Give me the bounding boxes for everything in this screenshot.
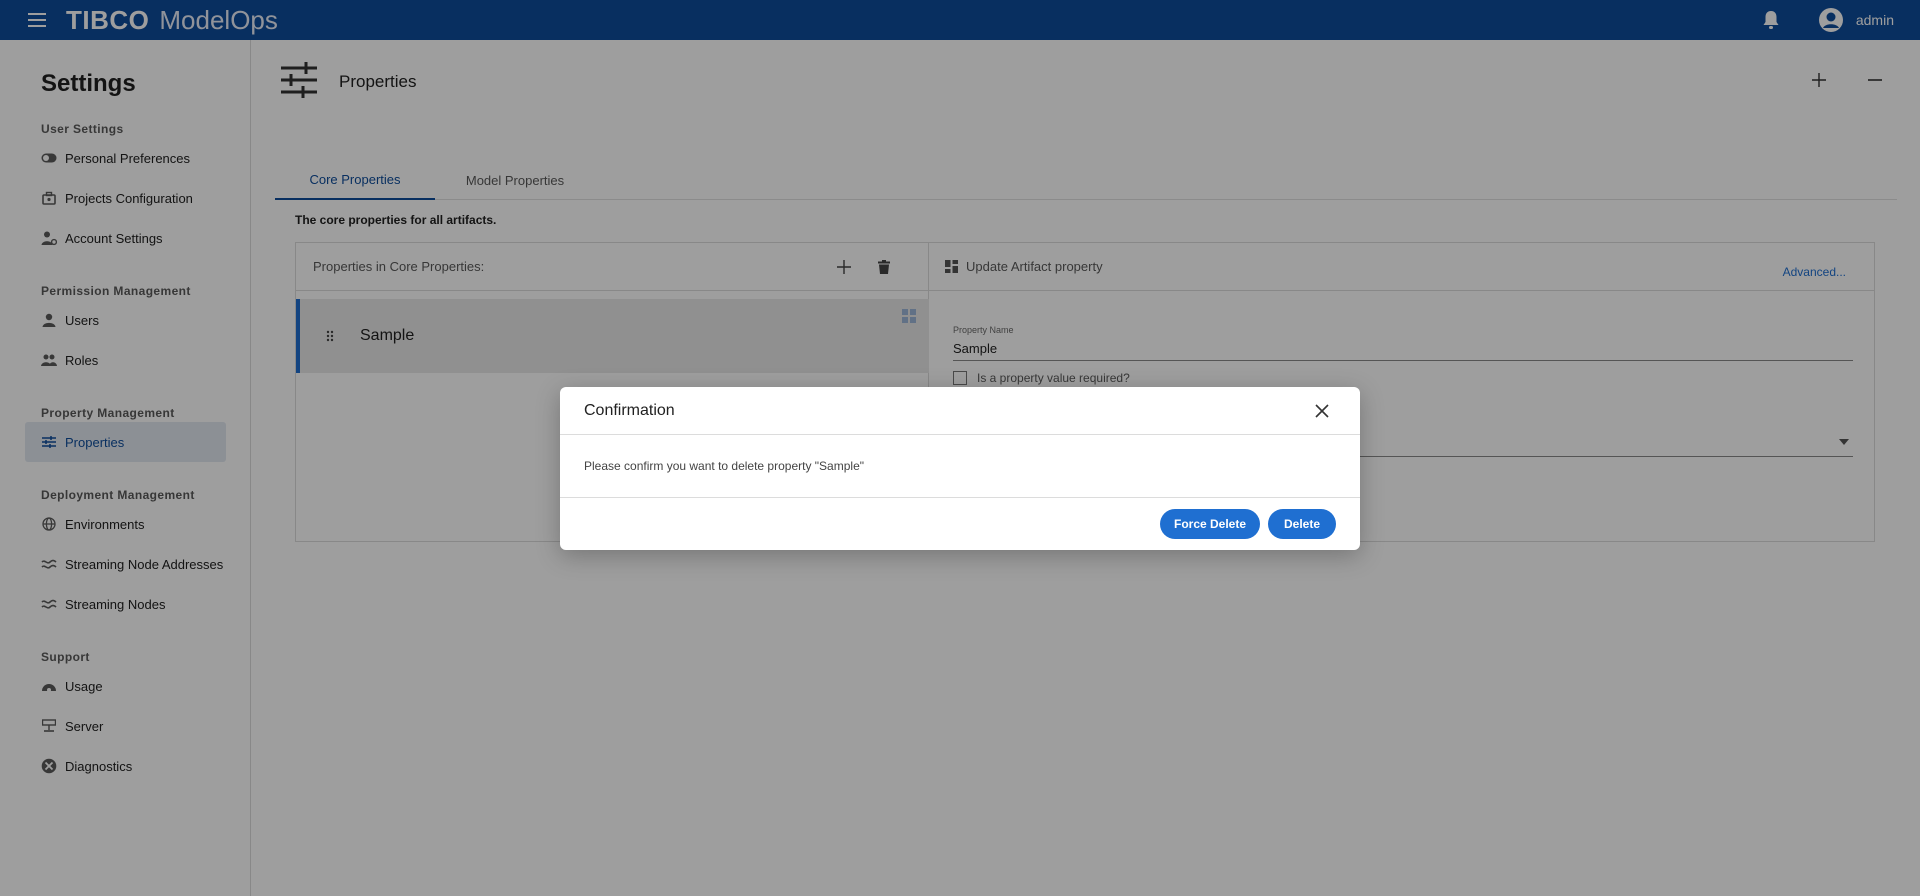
dialog-message: Please confirm you want to delete proper… — [560, 435, 1360, 498]
close-icon[interactable] — [1310, 399, 1334, 423]
dialog-title: Confirmation — [584, 401, 675, 419]
delete-button[interactable]: Delete — [1268, 509, 1336, 539]
confirmation-dialog: Confirmation Please confirm you want to … — [560, 387, 1360, 550]
force-delete-button[interactable]: Force Delete — [1160, 509, 1260, 539]
